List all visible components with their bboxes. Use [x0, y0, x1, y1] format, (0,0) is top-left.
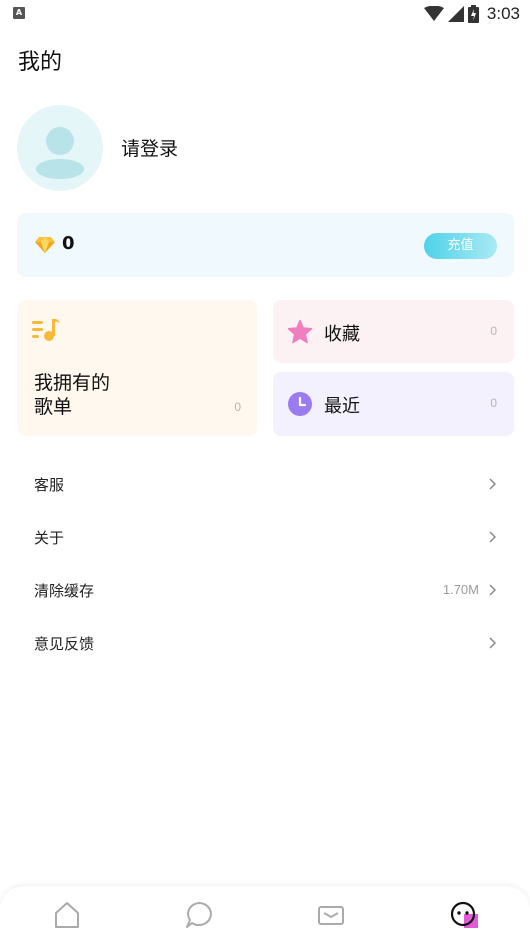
home-icon[interactable] [52, 900, 82, 930]
signal-icon [447, 6, 464, 22]
menu-item-label: 客服 [34, 476, 65, 494]
recent-count: 0 [490, 396, 497, 410]
menu-item-label: 清除缓存 [34, 582, 95, 600]
my-playlists-title: 我拥有的 歌单 [34, 371, 154, 419]
wifi-icon [423, 6, 444, 21]
chevron-right-icon [489, 584, 496, 596]
cache-size: 1.70M [442, 582, 479, 597]
status-bar: A 3:03 [0, 0, 530, 28]
favorites-count: 0 [490, 324, 497, 338]
chevron-right-icon [489, 478, 496, 490]
diamond-icon [35, 237, 55, 253]
message-icon[interactable] [316, 900, 346, 930]
battery-charging-icon [467, 5, 479, 23]
page-title: 我的 [18, 50, 63, 75]
playlist-count: 0 [234, 400, 241, 414]
my-playlists-title-line1: 我拥有的 [34, 372, 111, 394]
chat-icon[interactable] [184, 900, 214, 930]
default-avatar-icon [46, 127, 74, 155]
menu-item-label: 意见反馈 [34, 635, 95, 653]
menu-item-label: 关于 [34, 529, 65, 547]
recent-card[interactable]: 最近 0 [273, 372, 514, 436]
favorites-label: 收藏 [324, 324, 360, 345]
avatar[interactable] [17, 105, 103, 191]
menu-item-about[interactable]: 关于 [17, 517, 514, 557]
status-time: 3:03 [486, 4, 520, 23]
clock-icon [288, 392, 312, 416]
favorites-card[interactable]: 收藏 0 [273, 300, 514, 363]
wallet-card: 0 充值 [17, 213, 514, 277]
menu-item-clear-cache[interactable]: 清除缓存 1.70M [17, 570, 514, 610]
menu-item-feedback[interactable]: 意见反馈 [17, 623, 514, 663]
recent-label: 最近 [324, 396, 360, 417]
menu-item-customer-service[interactable]: 客服 [17, 464, 514, 504]
my-playlists-title-line2: 歌单 [34, 396, 73, 418]
bottom-nav [0, 886, 530, 942]
coin-balance: 0 [62, 233, 75, 254]
music-list-icon [32, 318, 60, 341]
recharge-button[interactable]: 充值 [424, 233, 497, 259]
notification-icon: A [13, 7, 25, 19]
chevron-right-icon [489, 531, 496, 543]
chevron-right-icon [489, 637, 496, 649]
status-icons: 3:03 [423, 4, 520, 24]
my-playlists-card[interactable]: 我拥有的 歌单 0 [17, 300, 257, 436]
avatar-body-shape [36, 159, 84, 179]
login-link[interactable]: 请登录 [121, 134, 178, 161]
star-icon [287, 319, 313, 344]
profile-icon[interactable] [449, 900, 479, 930]
